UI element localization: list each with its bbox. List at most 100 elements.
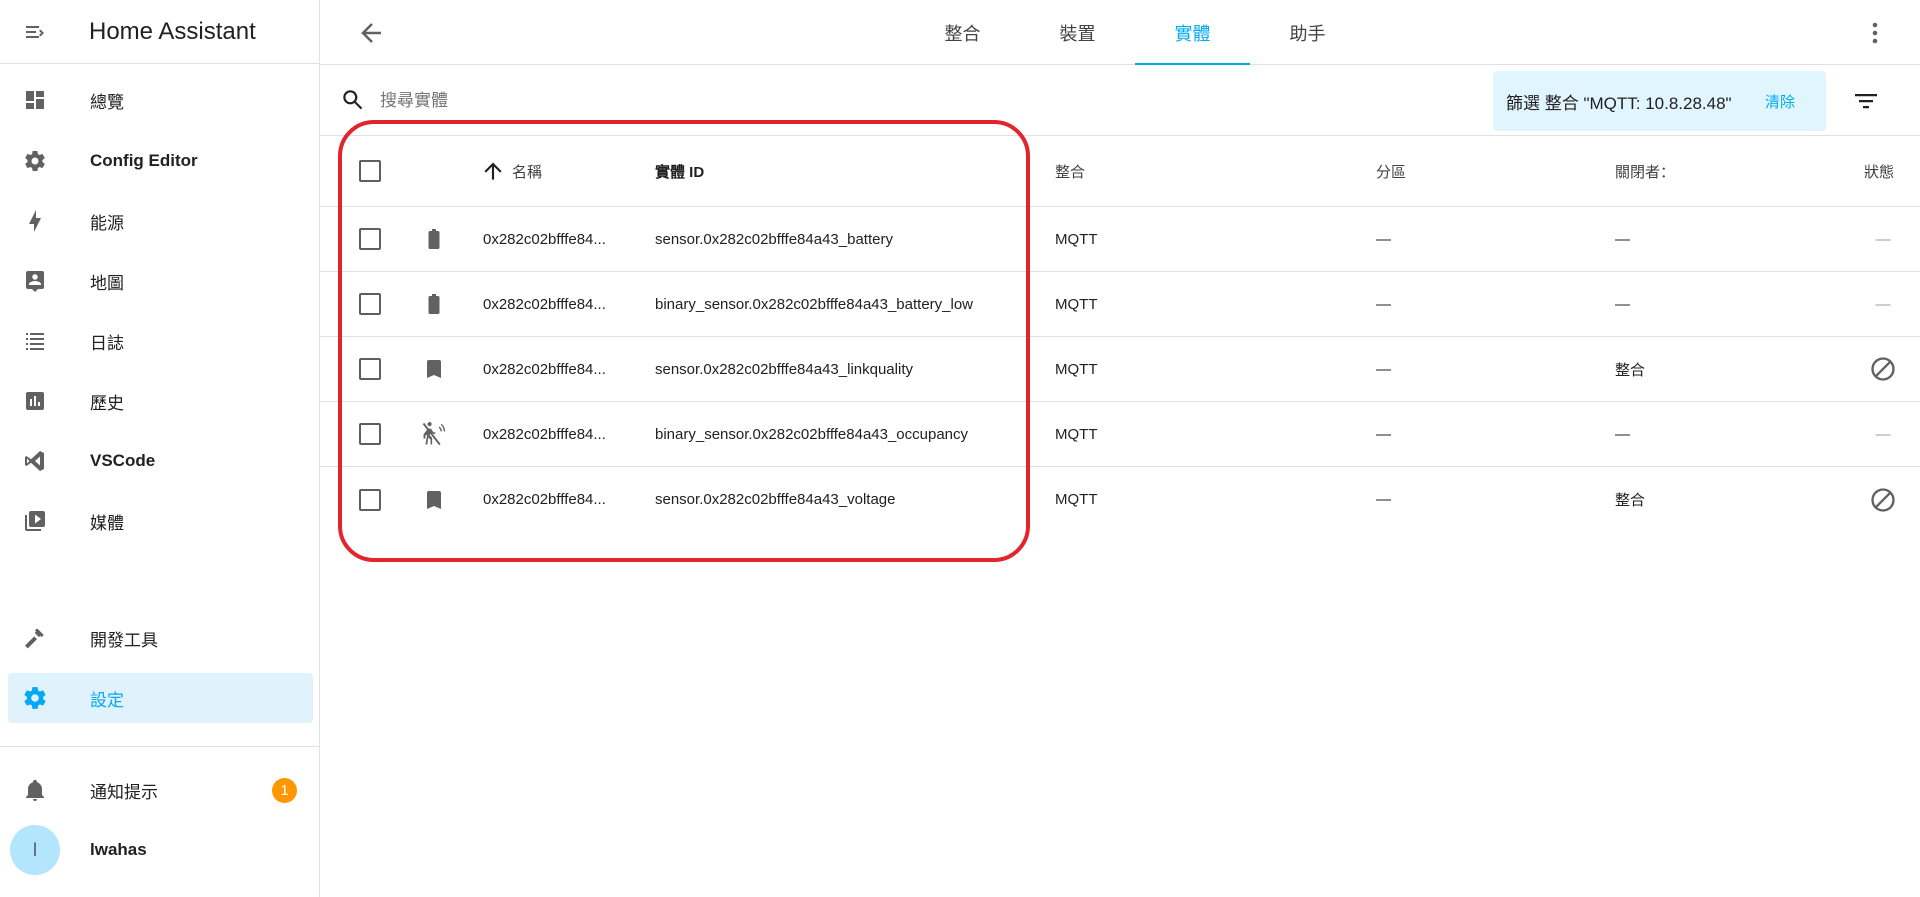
entity-name: 0x282c02bfffe84... — [483, 425, 606, 443]
filter-variant-icon — [1855, 94, 1877, 109]
menu-toggle-button[interactable] — [0, 0, 70, 64]
row-select-cell — [359, 467, 381, 532]
entity-disabled-by: 整合 — [1615, 361, 1646, 379]
hammer-icon — [8, 626, 62, 650]
app-title: Home Assistant — [89, 17, 256, 45]
entity-status: — — [1875, 295, 1891, 313]
search-bar: 篩選 整合 "MQTT: 10.8.28.48" 清除 — [320, 65, 1920, 136]
gear-icon — [8, 685, 62, 711]
entity-integration: MQTT — [1055, 230, 1098, 248]
sidebar-item-config-editor[interactable]: Config Editor — [8, 136, 313, 186]
table-row[interactable]: 0x282c02bfffe84... sensor.0x282c02bfffe8… — [320, 337, 1920, 402]
sidebar-item-label: 媒體 — [90, 513, 124, 533]
back-button[interactable] — [356, 18, 386, 48]
sidebar-item-map[interactable]: 地圖 — [8, 256, 313, 306]
more-options-button[interactable] — [1870, 18, 1880, 48]
sidebar-item-label: 通知提示 — [90, 782, 158, 802]
entity-name: 0x282c02bfffe84... — [483, 491, 606, 508]
entity-area: — — [1376, 295, 1391, 313]
table-header: 名稱 實體 ID 整合 分區 關閉者： 狀態 — [320, 136, 1920, 207]
list-icon — [8, 329, 62, 353]
motion-sensor-icon — [414, 402, 454, 466]
sidebar-item-logbook[interactable]: 日誌 — [8, 316, 313, 366]
sidebar-item-label: 總覽 — [90, 92, 124, 112]
clear-filter-button[interactable]: 清除 — [1765, 91, 1795, 112]
select-all-checkbox[interactable] — [359, 160, 381, 182]
sidebar-item-energy[interactable]: 能源 — [8, 196, 313, 246]
table-row[interactable]: 0x282c02bfffe84... binary_sensor.0x282c0… — [320, 272, 1920, 337]
search-input[interactable] — [380, 83, 980, 119]
app-root: Home Assistant 總覽 Config Editor 能源 地圖 日誌… — [0, 0, 1920, 897]
entity-area: — — [1376, 491, 1391, 508]
sidebar-item-media[interactable]: 媒體 — [8, 496, 313, 546]
row-checkbox[interactable] — [359, 488, 381, 511]
row-checkbox[interactable] — [359, 228, 381, 250]
table-row[interactable]: 0x282c02bfffe84... sensor.0x282c02bfffe8… — [320, 467, 1920, 532]
row-checkbox[interactable] — [359, 293, 381, 315]
active-filter-chip: 篩選 整合 "MQTT: 10.8.28.48" 清除 — [1493, 71, 1826, 131]
entity-id: sensor.0x282c02bfffe84a43_battery — [655, 230, 893, 248]
table-row[interactable]: 0x282c02bfffe84... sensor.0x282c02bfffe8… — [320, 207, 1920, 272]
table-row[interactable]: 0x282c02bfffe84... binary_sensor.0x282c0… — [320, 402, 1920, 467]
row-select-cell — [359, 402, 381, 466]
sidebar-item-overview[interactable]: 總覽 — [8, 75, 313, 125]
entity-id: sensor.0x282c02bfffe84a43_voltage — [655, 491, 896, 508]
column-header-name[interactable]: 名稱 — [480, 136, 620, 206]
bookmark-icon — [414, 467, 454, 532]
arrow-left-icon — [361, 23, 381, 43]
row-select-cell — [359, 272, 381, 336]
entity-id: binary_sensor.0x282c02bfffe84a43_battery… — [655, 295, 974, 313]
sidebar-divider — [0, 746, 320, 747]
notification-count-badge: 1 — [272, 777, 297, 803]
entity-integration: MQTT — [1055, 295, 1098, 313]
select-all-cell — [359, 136, 381, 206]
row-checkbox[interactable] — [359, 423, 381, 445]
column-header-entity-id[interactable]: 實體 ID — [655, 136, 704, 206]
search-icon — [340, 87, 366, 118]
sidebar-item-user[interactable]: l lwahas — [8, 825, 313, 875]
chart-box-icon — [8, 389, 62, 413]
tab-integrations[interactable]: 整合 — [905, 0, 1020, 65]
entity-area: — — [1376, 230, 1391, 248]
tab-helpers[interactable]: 助手 — [1250, 0, 1365, 65]
play-box-icon — [8, 509, 62, 533]
sidebar-item-label: 歷史 — [90, 393, 124, 413]
entity-status: — — [1875, 425, 1891, 443]
entity-id: binary_sensor.0x282c02bfffe84a43_occupan… — [655, 425, 969, 443]
entity-name: 0x282c02bfffe84... — [483, 230, 606, 248]
entities-table: 名稱 實體 ID 整合 分區 關閉者： 狀態 0x282c02bfffe84..… — [320, 136, 1920, 532]
entity-disabled-by: — — [1615, 425, 1630, 443]
column-header-disabled-by[interactable]: 關閉者： — [1615, 136, 1675, 206]
top-bar: 整合 裝置 實體 助手 — [320, 0, 1920, 65]
entity-name: 0x282c02bfffe84... — [483, 360, 606, 378]
tab-entities[interactable]: 實體 — [1135, 0, 1250, 65]
sidebar-item-label: 日誌 — [90, 333, 124, 353]
arrow-up-icon — [484, 162, 502, 180]
tab-devices[interactable]: 裝置 — [1020, 0, 1135, 65]
sidebar-item-notifications[interactable]: 通知提示 1 — [8, 765, 313, 815]
filter-text: 篩選 整合 "MQTT: 10.8.28.48" — [1506, 93, 1732, 113]
cancel-icon — [1860, 467, 1906, 532]
column-header-integration[interactable]: 整合 — [1055, 136, 1085, 206]
column-header-area[interactable]: 分區 — [1376, 136, 1406, 206]
sidebar-item-label: 開發工具 — [90, 630, 158, 650]
entity-disabled-by: — — [1615, 295, 1630, 313]
filter-button[interactable] — [1853, 89, 1879, 118]
entity-integration: MQTT — [1055, 360, 1098, 378]
column-header-status[interactable]: 狀態 — [1856, 136, 1902, 206]
sidebar-item-vscode[interactable]: VSCode — [8, 436, 313, 486]
sidebar-item-history[interactable]: 歷史 — [8, 376, 313, 426]
menu-open-icon — [26, 25, 44, 38]
entity-status: — — [1875, 230, 1891, 248]
sidebar-item-developer-tools[interactable]: 開發工具 — [8, 613, 313, 663]
row-checkbox[interactable] — [359, 358, 381, 380]
entity-area: — — [1376, 360, 1391, 378]
entity-name: 0x282c02bfffe84... — [483, 295, 606, 313]
sidebar-item-settings[interactable]: 設定 — [8, 673, 313, 723]
entity-disabled-by: 整合 — [1615, 492, 1646, 509]
battery-icon — [414, 272, 454, 336]
sidebar-item-label: 能源 — [90, 213, 124, 233]
avatar: l — [10, 825, 60, 875]
row-select-cell — [359, 337, 381, 401]
row-select-cell — [359, 207, 381, 271]
